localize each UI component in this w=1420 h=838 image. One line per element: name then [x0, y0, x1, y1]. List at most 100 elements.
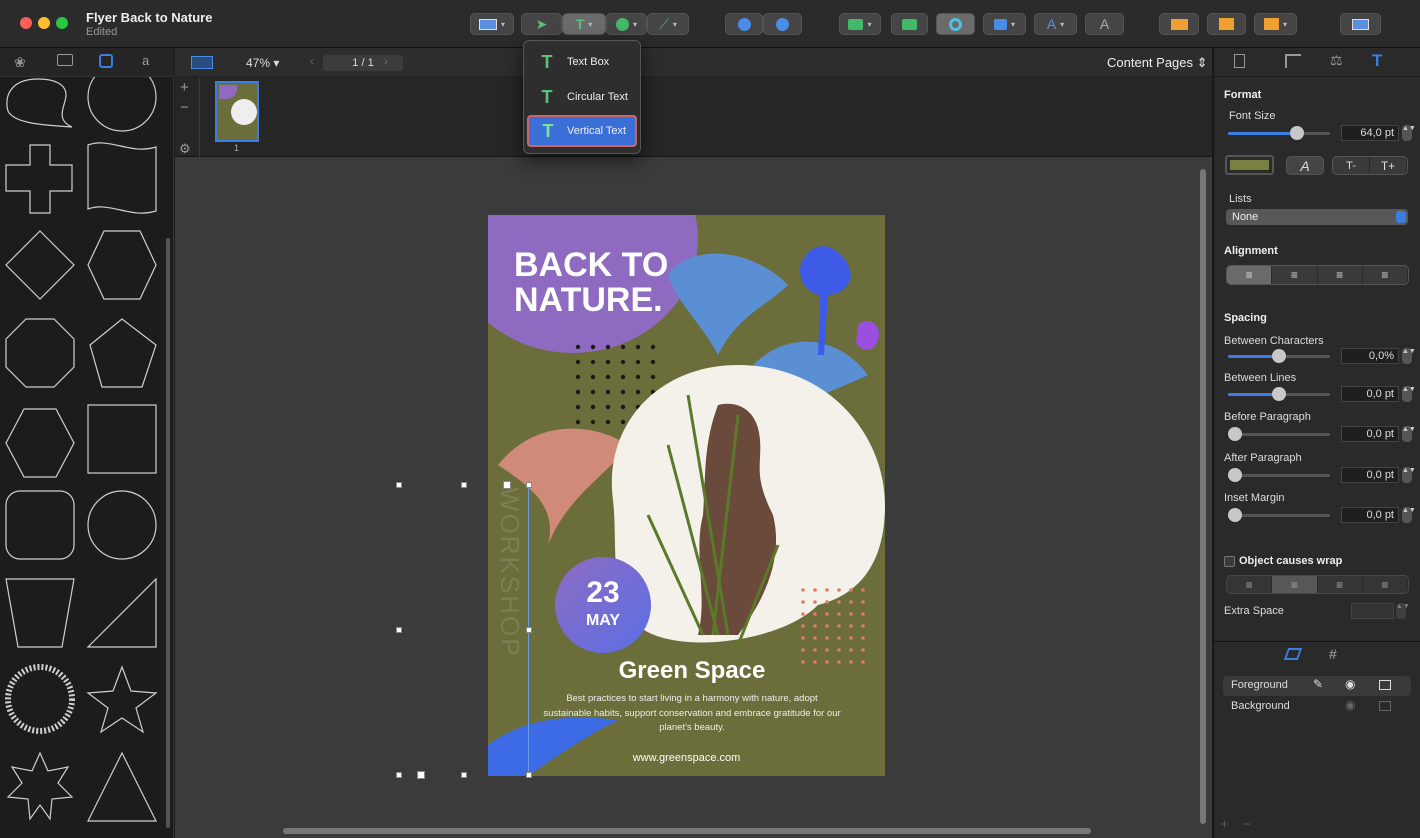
- contacts-button[interactable]: ▾: [1254, 13, 1297, 35]
- after-paragraph-slider[interactable]: [1228, 468, 1330, 482]
- inset-margin-slider[interactable]: [1228, 508, 1330, 522]
- slider-knob[interactable]: [1228, 508, 1242, 522]
- inset-margin-field[interactable]: 0,0 pt: [1341, 507, 1399, 523]
- layers-icon[interactable]: [1283, 648, 1303, 660]
- decrease-size-button[interactable]: T-: [1333, 157, 1370, 174]
- remove-page-button[interactable]: −: [180, 99, 189, 116]
- inset-margin-stepper[interactable]: ▲▼: [1402, 507, 1416, 523]
- layout-button[interactable]: ▾: [470, 13, 514, 35]
- slider-knob[interactable]: [1290, 126, 1304, 140]
- grid-icon[interactable]: #: [1329, 646, 1337, 662]
- slider-knob[interactable]: [1228, 468, 1242, 482]
- text-inspector-icon[interactable]: T: [1372, 51, 1382, 71]
- align-center-button[interactable]: ≡: [1272, 266, 1318, 284]
- flyer-url[interactable]: www.greenspace.com: [488, 752, 885, 764]
- tab-shapes[interactable]: [99, 54, 113, 68]
- printer-icon[interactable]: [1379, 701, 1391, 711]
- library-scrollbar[interactable]: [166, 238, 170, 828]
- between-characters-field[interactable]: 0,0%: [1341, 348, 1399, 364]
- flyer-body[interactable]: Best practices to start living in a harm…: [488, 692, 885, 736]
- selection-handle[interactable]: [461, 482, 467, 488]
- selection-handle[interactable]: [461, 772, 467, 778]
- horizontal-scrollbar[interactable]: [283, 828, 1091, 834]
- shape-tool-button[interactable]: ▾: [606, 13, 647, 35]
- font-size-stepper[interactable]: ▲▼: [1402, 125, 1416, 141]
- align-left-button[interactable]: ≡: [1227, 266, 1273, 284]
- font-size-slider[interactable]: [1228, 126, 1330, 140]
- vertical-scrollbar[interactable]: [1200, 169, 1206, 824]
- extra-space-field[interactable]: [1351, 603, 1394, 619]
- page-indicator[interactable]: 1 / 1: [323, 55, 403, 71]
- wrap-checkbox[interactable]: [1224, 556, 1235, 567]
- remove-layer-button[interactable]: −: [1242, 816, 1251, 833]
- page-view-icon[interactable]: [191, 56, 213, 69]
- selection-handle[interactable]: [526, 482, 532, 488]
- selection-handle[interactable]: [526, 772, 532, 778]
- selection-handle[interactable]: [503, 481, 511, 489]
- menu-item-text-box[interactable]: T Text Box: [527, 46, 637, 78]
- after-paragraph-field[interactable]: 0,0 pt: [1341, 467, 1399, 483]
- date-day[interactable]: 23: [555, 576, 651, 610]
- calendar-button[interactable]: [1207, 13, 1246, 35]
- page-thumbnail-1[interactable]: [215, 81, 259, 142]
- add-layer-button[interactable]: +: [1220, 816, 1229, 833]
- add-page-button[interactable]: +: [180, 79, 189, 96]
- tab-text-styles[interactable]: a: [142, 53, 149, 68]
- increase-size-button[interactable]: T+: [1370, 157, 1407, 174]
- wrap-left-button[interactable]: ≡: [1227, 576, 1273, 593]
- align-justify-button[interactable]: ≡: [1363, 266, 1408, 284]
- font-button[interactable]: A ▾: [1034, 13, 1077, 35]
- slider-knob[interactable]: [1272, 387, 1286, 401]
- zoom-in-button[interactable]: [763, 13, 802, 35]
- zoom-window-button[interactable]: [56, 17, 68, 29]
- text-color-well[interactable]: [1225, 155, 1274, 175]
- print-button[interactable]: [891, 13, 928, 35]
- selection-handle[interactable]: [396, 627, 402, 633]
- line-tool-button[interactable]: ⟋ ▾: [647, 13, 689, 35]
- selection-handle[interactable]: [396, 482, 402, 488]
- ruler-icon[interactable]: [1285, 54, 1301, 68]
- font-size-field[interactable]: 64,0 pt: [1341, 125, 1399, 141]
- zoom-out-button[interactable]: [725, 13, 763, 35]
- flyer-title[interactable]: Green Space: [488, 657, 885, 685]
- selection-handle[interactable]: [417, 771, 425, 779]
- between-lines-stepper[interactable]: ▲▼: [1402, 386, 1416, 402]
- flyer-page[interactable]: BACK TO NATURE. 23 MAY WORKSHOP Green Sp…: [488, 215, 885, 776]
- minimize-window-button[interactable]: [38, 17, 50, 29]
- lists-select[interactable]: None: [1226, 209, 1408, 225]
- eye-icon[interactable]: ◉: [1345, 698, 1355, 712]
- zoom-dropdown[interactable]: 47% ▾: [246, 56, 279, 70]
- tab-images[interactable]: [57, 54, 73, 66]
- vertical-workshop-text[interactable]: WORKSHOP: [494, 487, 525, 658]
- preview-button[interactable]: [936, 13, 975, 35]
- text-tool-button[interactable]: T ▾: [562, 13, 606, 35]
- wrap-none-button[interactable]: ≡: [1318, 576, 1363, 593]
- sidebar-toggle-button[interactable]: [1340, 13, 1381, 35]
- before-paragraph-stepper[interactable]: ▲▼: [1402, 426, 1416, 442]
- slider-knob[interactable]: [1272, 349, 1286, 363]
- selection-handle[interactable]: [526, 627, 532, 633]
- date-month[interactable]: MAY: [555, 612, 651, 630]
- media-button[interactable]: ▾: [983, 13, 1026, 35]
- stamp-icon[interactable]: ⚖: [1330, 52, 1343, 69]
- pencil-icon[interactable]: ✎: [1313, 677, 1323, 691]
- next-page-button[interactable]: ›: [384, 54, 388, 68]
- align-right-button[interactable]: ≡: [1318, 266, 1363, 284]
- font-style-button[interactable]: A: [1286, 156, 1324, 175]
- document-icon[interactable]: [1234, 54, 1245, 68]
- printer-icon[interactable]: [1379, 680, 1391, 690]
- between-lines-slider[interactable]: [1228, 387, 1330, 401]
- menu-item-circular-text[interactable]: T Circular Text: [527, 81, 637, 113]
- select-tool-button[interactable]: ➤: [521, 13, 562, 35]
- between-lines-field[interactable]: 0,0 pt: [1341, 386, 1399, 402]
- after-paragraph-stepper[interactable]: ▲▼: [1402, 467, 1416, 483]
- wrap-both-button[interactable]: ≡: [1272, 576, 1318, 593]
- view-selector[interactable]: Content Pages ⇕: [1107, 55, 1208, 71]
- selection-handle[interactable]: [396, 772, 402, 778]
- eye-icon[interactable]: ◉: [1345, 677, 1355, 691]
- extra-space-stepper[interactable]: ▲▼: [1396, 603, 1410, 619]
- text-style-button[interactable]: A: [1085, 13, 1124, 35]
- tab-clipart[interactable]: ❀: [14, 54, 26, 71]
- prev-page-button[interactable]: ‹: [310, 54, 314, 68]
- gear-icon[interactable]: ⚙: [179, 141, 191, 157]
